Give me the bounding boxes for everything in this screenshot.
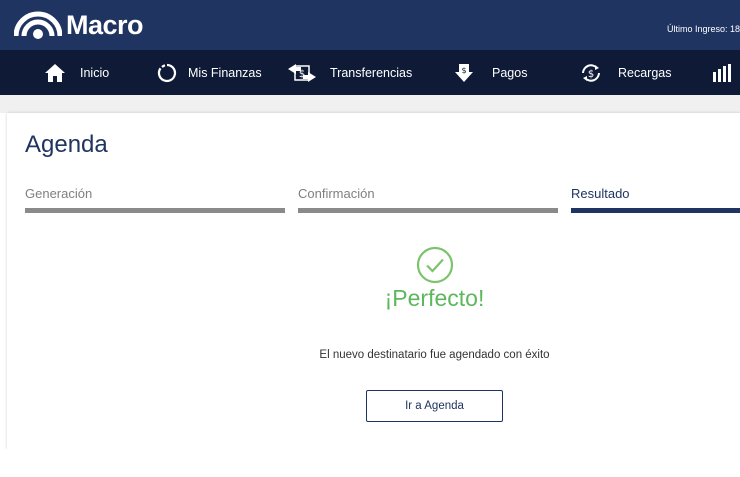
step-generacion: Generación: [25, 186, 285, 213]
check-circle-icon: [416, 246, 454, 289]
brand-name: Macro: [66, 9, 144, 40]
nav-label-recargas: Recargas: [618, 65, 672, 80]
nav-item-mis-finanzas[interactable]: Mis Finanzas: [157, 50, 262, 95]
content-background: [0, 95, 740, 113]
page-bottom: [0, 449, 740, 477]
page-title: Agenda: [25, 131, 108, 158]
macro-logo-icon: [14, 11, 62, 39]
svg-text:$: $: [588, 69, 594, 80]
agenda-card: Agenda Generación Confirmación Resultado…: [7, 113, 740, 449]
nav-item-pagos[interactable]: $ Pagos: [454, 50, 527, 95]
recharge-icon: $: [580, 62, 602, 84]
nav-item-inicio[interactable]: Inicio: [44, 50, 109, 95]
step-label: Confirmación: [298, 186, 375, 201]
nav-item-transferencias[interactable]: $ Transferencias: [287, 50, 412, 95]
top-header: Macro Último Ingreso: 18: [0, 0, 740, 50]
macro-logo[interactable]: Macro: [14, 8, 144, 42]
step-resultado: Resultado: [571, 186, 740, 213]
chart-bars-icon: [712, 63, 732, 82]
step-progress-bar: [298, 208, 558, 213]
step-progress-bar: [571, 208, 740, 213]
nav-label-mis-finanzas: Mis Finanzas: [188, 65, 262, 80]
main-nav: Inicio Mis Finanzas $ Transferencias $ P…: [0, 50, 740, 95]
nav-label-pagos: Pagos: [492, 65, 528, 80]
step-confirmacion: Confirmación: [298, 186, 558, 213]
home-icon: [44, 63, 66, 83]
nav-label-transferencias: Transferencias: [330, 65, 413, 80]
step-label: Generación: [25, 186, 93, 201]
go-to-agenda-button[interactable]: Ir a Agenda: [366, 390, 503, 422]
finance-ring-icon: [157, 63, 177, 83]
payment-down-icon: $: [454, 63, 474, 83]
svg-text:$: $: [461, 66, 466, 75]
success-message: El nuevo destinatario fue agendado con é…: [319, 349, 550, 361]
step-progress-bar: [25, 208, 285, 213]
nav-item-recargas[interactable]: $ Recargas: [580, 50, 672, 95]
step-label: Resultado: [571, 186, 630, 201]
nav-label-inicio: Inicio: [80, 65, 110, 80]
nav-item-more[interactable]: [712, 50, 740, 95]
success-title: ¡Perfecto!: [384, 285, 485, 311]
transfer-icon: $: [287, 63, 317, 83]
svg-text:$: $: [299, 69, 305, 80]
last-login-text: Último Ingreso: 18: [666, 24, 740, 34]
